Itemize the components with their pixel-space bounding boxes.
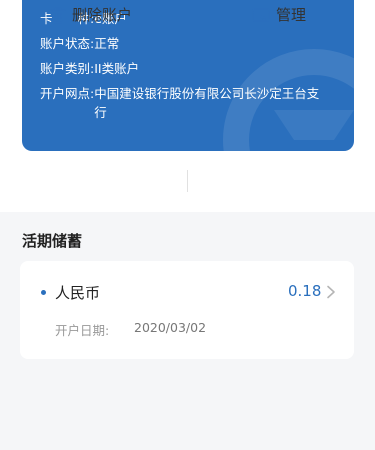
delete-account-button[interactable]: 删除账户 <box>50 4 132 25</box>
deposit-account-item[interactable]: 人民币 0.18 开户日期: 2020/03/02 <box>20 261 354 359</box>
card-manage-icon <box>252 7 270 23</box>
account-status-row: 账户状态: 正常 <box>40 34 322 53</box>
opening-branch-value: 中国建设银行股份有限公司长沙定王台支行 <box>94 86 320 120</box>
account-category-label: 账户类别: <box>40 61 95 76</box>
open-date-label: 开户日期: <box>55 323 110 338</box>
account-category-value: II类账户 <box>94 61 140 76</box>
opening-branch-label: 开户网点: <box>40 86 95 101</box>
account-status-value: 正常 <box>94 36 120 51</box>
account-status-label: 账户状态: <box>40 36 95 51</box>
action-divider <box>187 170 188 192</box>
delete-account-label: 删除账户 <box>72 6 133 24</box>
trash-icon <box>50 6 66 24</box>
section-title: 活期储蓄 <box>22 232 83 250</box>
balance-value: 0.18 <box>288 282 322 300</box>
open-date-value: 2020/03/02 <box>134 320 207 335</box>
bullet-dot-icon <box>41 290 46 295</box>
currency-label: 人民币 <box>55 284 101 302</box>
chevron-right-icon <box>326 284 336 303</box>
manage-button[interactable]: 管理 <box>252 4 306 25</box>
opening-branch-row: 开户网点: 中国建设银行股份有限公司长沙定王台支行 <box>40 84 322 122</box>
manage-label: 管理 <box>276 6 307 24</box>
account-category-row: 账户类别: II类账户 <box>40 59 322 78</box>
